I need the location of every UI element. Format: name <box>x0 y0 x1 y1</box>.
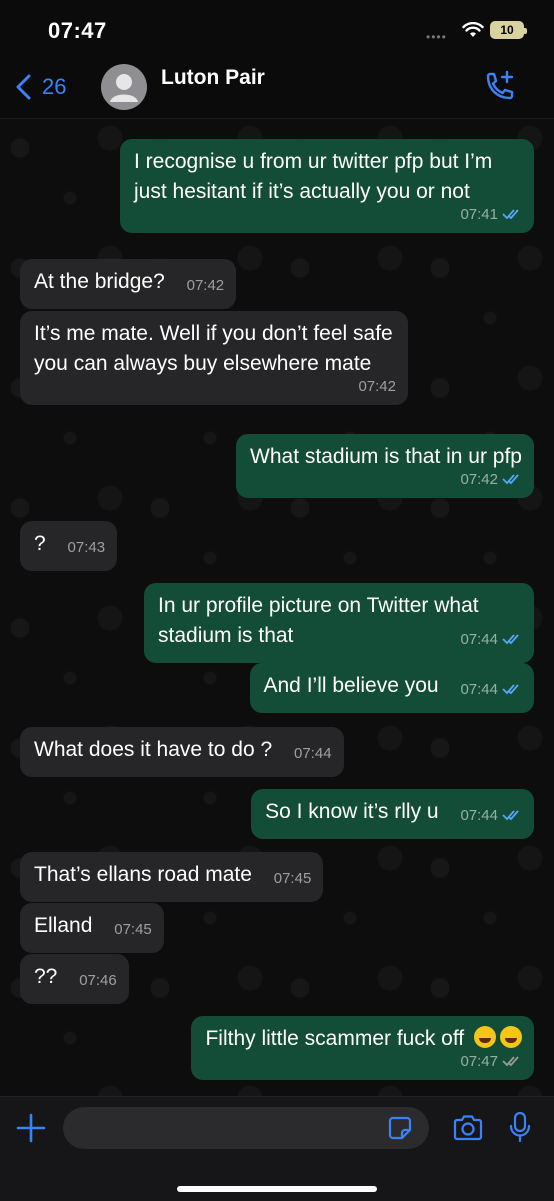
message-meta: 07:42 <box>266 470 522 490</box>
message-time: 07:42 <box>358 378 396 395</box>
message-time: 07:44 <box>294 745 332 762</box>
message-time: 07:46 <box>79 972 117 989</box>
sticker-icon[interactable] <box>388 1116 412 1140</box>
message-incoming[interactable]: It’s me mate. Well if you don’t feel saf… <box>20 311 408 405</box>
microphone-icon[interactable] <box>508 1111 532 1143</box>
message-input[interactable] <box>63 1107 429 1149</box>
add-call-icon[interactable] <box>480 68 518 106</box>
chat-header: 26 Luton Pair <box>0 56 554 119</box>
person-placeholder-icon <box>110 74 138 102</box>
message-text: ? <box>34 532 46 555</box>
message-text: That’s ellans road mate <box>34 863 252 886</box>
message-meta: 07:44 <box>460 801 522 831</box>
chevron-left-icon <box>16 74 31 100</box>
message-outgoing[interactable]: I recognise u from ur twitter pfp but I’… <box>120 139 534 233</box>
message-time: 07:41 <box>460 206 498 223</box>
message-incoming[interactable]: Elland 07:45 <box>20 903 164 953</box>
back-button[interactable]: 26 <box>14 70 66 104</box>
cellular-signal-icon: •••• <box>426 30 447 44</box>
message-incoming[interactable]: ? 07:43 <box>20 521 118 571</box>
unread-count: 26 <box>42 74 67 99</box>
message-time: 07:45 <box>273 870 312 887</box>
message-time: 07:44 <box>460 681 498 698</box>
battery-icon: 10 <box>490 21 527 39</box>
message-outgoing[interactable]: And I’ll believe you 07:44 <box>249 663 534 713</box>
message-incoming[interactable]: At the bridge? 07:42 <box>20 259 237 309</box>
message-text: I recognise u from ur twitter pfp but I’… <box>134 150 493 203</box>
avatar[interactable] <box>101 64 147 110</box>
face-with-tears-of-joy-icon <box>500 1026 522 1048</box>
contact-name[interactable]: Luton Pair <box>161 66 265 90</box>
message-text: Elland <box>34 914 93 937</box>
message-text: So I know it’s rlly u <box>265 800 439 823</box>
message-text: At the bridge? <box>34 270 165 293</box>
message-outgoing[interactable]: In ur profile picture on Twitter what st… <box>144 583 534 663</box>
message-outgoing[interactable]: So I know it’s rlly u 07:44 <box>251 789 534 839</box>
message-outgoing[interactable]: Filthy little scammer fuck off 07:47 <box>191 1016 534 1080</box>
read-ticks-icon <box>502 634 519 645</box>
read-ticks-icon <box>502 209 519 220</box>
message-outgoing[interactable]: What stadium is that in ur pfp 07:42 <box>236 434 534 498</box>
camera-icon[interactable] <box>452 1114 484 1142</box>
message-time: 07:47 <box>460 1053 498 1070</box>
message-meta: 07:47 <box>221 1052 522 1072</box>
message-incoming[interactable]: ?? 07:46 <box>20 954 129 1004</box>
message-text: What stadium is that in ur pfp <box>250 445 522 468</box>
face-with-tears-of-joy-icon <box>474 1026 496 1048</box>
message-text: ?? <box>34 965 58 988</box>
home-indicator <box>177 1186 377 1192</box>
message-incoming[interactable]: What does it have to do ? 07:44 <box>20 727 344 777</box>
wifi-icon <box>462 22 484 37</box>
read-ticks-icon <box>502 474 519 485</box>
delivered-ticks-icon <box>502 1056 519 1067</box>
message-time: 07:44 <box>460 807 498 824</box>
message-meta: 07:41 <box>150 205 522 225</box>
message-time: 07:42 <box>460 471 498 488</box>
message-text: It’s me mate. Well if you don’t feel saf… <box>34 322 393 375</box>
message-time: 07:45 <box>114 921 152 938</box>
message-text: Filthy little scammer fuck off <box>205 1027 465 1050</box>
message-time: 07:43 <box>67 539 106 556</box>
read-ticks-icon <box>502 810 519 821</box>
status-bar: 07:47 •••• 10 <box>0 0 554 56</box>
message-meta: 07:44 <box>460 675 522 705</box>
message-text: What does it have to do ? <box>34 738 273 761</box>
message-text: And I’ll believe you <box>263 674 439 697</box>
message-time: 07:44 <box>460 631 498 648</box>
status-time: 07:47 <box>48 18 107 43</box>
read-ticks-icon <box>502 684 519 695</box>
plus-icon[interactable] <box>16 1113 46 1143</box>
message-incoming[interactable]: That’s ellans road mate 07:45 <box>20 852 324 902</box>
message-time: 07:42 <box>186 277 225 294</box>
message-text: In ur profile picture on Twitter what st… <box>158 594 479 647</box>
message-meta: 07:44 <box>460 625 522 655</box>
